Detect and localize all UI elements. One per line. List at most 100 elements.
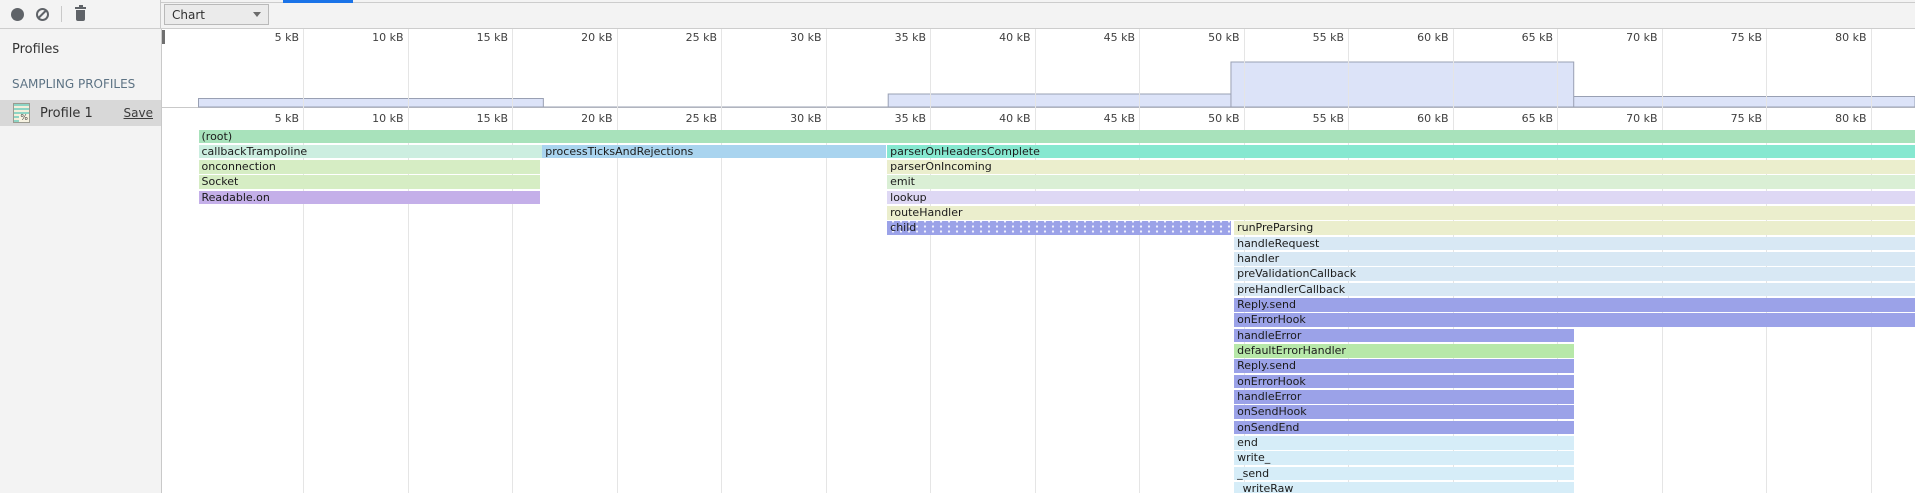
- profiler-toolbar: [0, 0, 161, 28]
- flame-frame[interactable]: child: [887, 221, 1231, 235]
- flame-tick-label: 45 kB: [1073, 112, 1135, 125]
- flame-frame[interactable]: onSendHook: [1234, 405, 1574, 419]
- flame-tick-label: 25 kB: [655, 112, 717, 125]
- flame-frame[interactable]: Readable.on: [199, 191, 541, 205]
- overview-tick-label: 40 kB: [969, 31, 1031, 44]
- overview-gridline: [1035, 29, 1036, 108]
- toolbar: Chart: [0, 0, 1915, 29]
- flame-frame[interactable]: onErrorHook: [1234, 313, 1915, 327]
- overview-tick-label: 15 kB: [446, 31, 508, 44]
- clear-icon[interactable]: [36, 8, 49, 21]
- overview-gridline: [1139, 29, 1140, 108]
- overview-gridline: [1871, 29, 1872, 108]
- flame-frame[interactable]: routeHandler: [887, 206, 1915, 220]
- overview-tick-label: 80 kB: [1805, 31, 1867, 44]
- flame-tick-label: 40 kB: [969, 112, 1031, 125]
- flame-frame[interactable]: handleRequest: [1234, 237, 1915, 251]
- flame-frame[interactable]: write_: [1234, 451, 1574, 465]
- flame-frame[interactable]: Reply.send: [1234, 298, 1915, 312]
- flame-frame[interactable]: emit: [887, 175, 1915, 189]
- flame-frame[interactable]: handler: [1234, 252, 1915, 266]
- flame-tick-label: 50 kB: [1178, 112, 1240, 125]
- overview-tick-label: 20 kB: [551, 31, 613, 44]
- overview-tick-label: 70 kB: [1596, 31, 1658, 44]
- flame-tick-label: 80 kB: [1805, 112, 1867, 125]
- flame-gridline: [721, 108, 722, 493]
- active-tab-indicator: [283, 0, 353, 3]
- overview-resize-handle[interactable]: [162, 30, 165, 44]
- flame-tick-label: 60 kB: [1387, 112, 1449, 125]
- overview-gridline: [1244, 29, 1245, 108]
- overview-gridline: [930, 29, 931, 108]
- overview-tick-label: 55 kB: [1282, 31, 1344, 44]
- flame-frame[interactable]: end: [1234, 436, 1574, 450]
- flame-gridline: [617, 108, 618, 493]
- flame-frame[interactable]: processTicksAndRejections: [542, 145, 886, 159]
- profile-list-item[interactable]: % Profile 1 Save: [0, 100, 161, 126]
- overview-pane[interactable]: 5 kB 10 kB 15 kB 20 kB 25 kB 30 kB 35 kB 40 kB 4…: [162, 29, 1915, 108]
- overview-gridline: [1662, 29, 1663, 108]
- flame-frame[interactable]: parserOnHeadersComplete: [887, 145, 1915, 159]
- flame-frame[interactable]: handleError: [1234, 390, 1574, 404]
- flame-tick-label: 20 kB: [551, 112, 613, 125]
- flame-frame[interactable]: (root): [199, 130, 1915, 144]
- flame-frame[interactable]: onErrorHook: [1234, 375, 1574, 389]
- overview-tick-label: 45 kB: [1073, 31, 1135, 44]
- overview-tick-label: 30 kB: [760, 31, 822, 44]
- save-profile-link[interactable]: Save: [124, 106, 153, 120]
- record-icon[interactable]: [11, 8, 24, 21]
- flame-gridline: [826, 108, 827, 493]
- flame-frame[interactable]: onconnection: [199, 160, 541, 174]
- flame-tick-label: 5 kB: [237, 112, 299, 125]
- flame-frame[interactable]: lookup: [887, 191, 1915, 205]
- flame-frame[interactable]: Reply.send: [1234, 359, 1574, 373]
- heap-profile-icon: %: [13, 103, 30, 123]
- flame-frame[interactable]: callbackTrampoline: [199, 145, 543, 159]
- overview-tick-label: 35 kB: [864, 31, 926, 44]
- overview-tick-label: 50 kB: [1178, 31, 1240, 44]
- overview-gridline: [1348, 29, 1349, 108]
- flame-tick-label: 15 kB: [446, 112, 508, 125]
- flame-frame[interactable]: defaultErrorHandler: [1234, 344, 1574, 358]
- tabstrip-divider: [161, 2, 1915, 3]
- flame-frame[interactable]: handleError: [1234, 329, 1574, 343]
- overview-gridline: [826, 29, 827, 108]
- view-mode-select[interactable]: Chart: [164, 4, 269, 25]
- trash-icon[interactable]: [74, 7, 87, 21]
- sampling-profiles-section-label: SAMPLING PROFILES: [0, 57, 161, 91]
- flame-frame[interactable]: _writeRaw: [1234, 482, 1574, 493]
- flame-frame[interactable]: _send: [1234, 467, 1574, 481]
- flame-tick-label: 55 kB: [1282, 112, 1344, 125]
- flame-frame[interactable]: preHandlerCallback: [1234, 283, 1915, 297]
- overview-tick-label: 10 kB: [342, 31, 404, 44]
- profile-name: Profile 1: [40, 106, 124, 121]
- toolbar-separator: [61, 6, 62, 22]
- overview-gridline: [408, 29, 409, 108]
- flame-chart[interactable]: (root)callbackTrampolineprocessTicksAndR…: [162, 108, 1915, 493]
- sidebar-title: Profiles: [0, 29, 161, 57]
- overview-tick-label: 65 kB: [1491, 31, 1553, 44]
- overview-area-path: [199, 62, 1915, 107]
- overview-gridline: [512, 29, 513, 108]
- profiles-sidebar: Profiles SAMPLING PROFILES % Profile 1 S…: [0, 29, 162, 493]
- view-mode-value: Chart: [172, 8, 253, 22]
- flame-frame[interactable]: Socket: [199, 175, 541, 189]
- flame-tick-label: 75 kB: [1700, 112, 1762, 125]
- overview-tick-label: 25 kB: [655, 31, 717, 44]
- flame-tick-label: 30 kB: [760, 112, 822, 125]
- dropdown-arrow-icon: [253, 12, 261, 17]
- overview-gridline: [617, 29, 618, 108]
- flame-frame[interactable]: parserOnIncoming: [887, 160, 1915, 174]
- flame-tick-label: 65 kB: [1491, 112, 1553, 125]
- overview-gridline: [1766, 29, 1767, 108]
- flame-frame[interactable]: runPreParsing: [1234, 221, 1915, 235]
- flame-frame[interactable]: onSendEnd: [1234, 421, 1574, 435]
- flame-frame[interactable]: preValidationCallback: [1234, 267, 1915, 281]
- overview-gridline: [303, 29, 304, 108]
- flame-tick-label: 70 kB: [1596, 112, 1658, 125]
- flame-tick-label: 35 kB: [864, 112, 926, 125]
- overview-gridline: [721, 29, 722, 108]
- overview-tick-label: 75 kB: [1700, 31, 1762, 44]
- flame-tick-label: 10 kB: [342, 112, 404, 125]
- overview-tick-label: 5 kB: [237, 31, 299, 44]
